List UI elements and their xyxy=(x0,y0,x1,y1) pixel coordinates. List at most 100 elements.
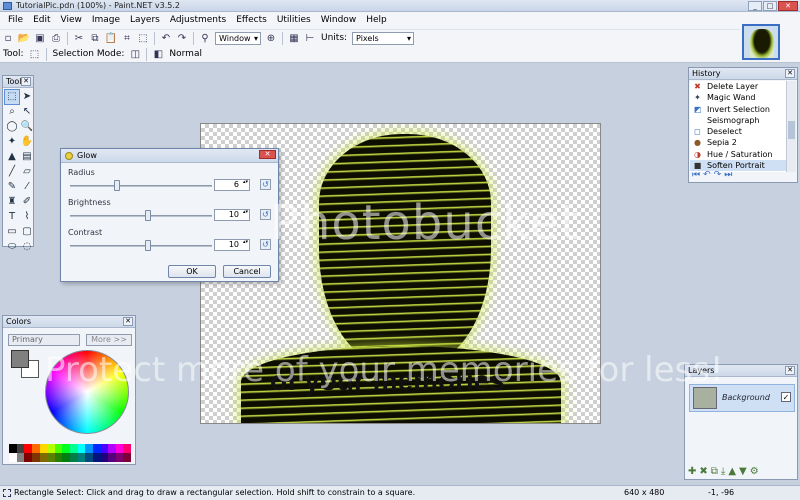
palette-swatch[interactable] xyxy=(108,453,116,462)
line-curve-icon[interactable]: ⌇ xyxy=(20,210,34,224)
layer-properties-icon[interactable]: ⚙ xyxy=(750,466,759,477)
text-icon[interactable]: T xyxy=(5,210,19,224)
brightness-input[interactable]: 10 xyxy=(214,209,250,221)
palette-swatch[interactable] xyxy=(85,453,93,462)
clone-stamp-icon[interactable]: ♜ xyxy=(5,195,19,209)
palette-swatch[interactable] xyxy=(115,453,124,462)
menu-help[interactable]: Help xyxy=(361,12,392,29)
fast-forward-icon[interactable]: ⏭ xyxy=(724,170,732,180)
menu-view[interactable]: View xyxy=(56,12,87,29)
minimize-button[interactable]: _ xyxy=(748,1,762,11)
palette-swatch[interactable] xyxy=(62,444,70,453)
paste-icon[interactable]: 📋 xyxy=(103,31,119,46)
menu-effects[interactable]: Effects xyxy=(231,12,272,29)
ellipse-select-icon[interactable]: ◯ xyxy=(5,120,19,134)
palette-swatch[interactable] xyxy=(31,444,40,453)
rewind-icon[interactable]: ⏮ xyxy=(692,170,700,180)
image-thumbnail[interactable] xyxy=(742,24,780,60)
palette-swatch[interactable] xyxy=(39,444,48,453)
palette-swatch[interactable] xyxy=(115,444,124,453)
palette-swatch[interactable] xyxy=(92,444,101,453)
history-scroll-thumb[interactable] xyxy=(788,121,795,139)
palette-swatch[interactable] xyxy=(62,453,70,462)
move-selected-icon[interactable]: ➤ xyxy=(20,90,34,104)
palette-swatch[interactable] xyxy=(16,444,25,453)
paintbrush-icon[interactable]: ╱ xyxy=(5,165,19,179)
pencil-icon[interactable]: ✎ xyxy=(5,180,19,194)
print-icon[interactable]: ⎙ xyxy=(48,31,64,46)
palette-swatch[interactable] xyxy=(70,444,78,453)
close-window-button[interactable]: ✕ xyxy=(778,1,798,11)
radius-slider-thumb[interactable] xyxy=(113,180,120,191)
recolor-icon[interactable]: ✐ xyxy=(20,195,34,209)
palette-swatch[interactable] xyxy=(9,444,17,453)
palette-swatch[interactable] xyxy=(31,453,40,462)
add-layer-icon[interactable]: ✚ xyxy=(688,466,696,477)
ellipse-icon[interactable]: ⬭ xyxy=(5,240,19,254)
palette-swatch[interactable] xyxy=(24,453,32,462)
maximize-button[interactable]: □ xyxy=(763,1,777,11)
menu-adjustments[interactable]: Adjustments xyxy=(165,12,231,29)
pan-icon[interactable]: ✋ xyxy=(20,135,34,149)
grid-icon[interactable]: ▦ xyxy=(286,31,302,46)
palette-swatch[interactable] xyxy=(77,453,86,462)
palette-swatch[interactable] xyxy=(77,444,86,453)
blend-mode-icon[interactable]: ◧ xyxy=(150,47,166,62)
history-item[interactable]: ◩ Invert Selection xyxy=(690,104,786,115)
menu-window[interactable]: Window xyxy=(316,12,362,29)
rulers-icon[interactable]: ⊢ xyxy=(302,31,318,46)
radius-slider[interactable] xyxy=(70,185,212,187)
palette-swatch[interactable] xyxy=(24,444,32,453)
move-layer-down-icon[interactable]: ▼ xyxy=(739,466,747,477)
more-colors-button[interactable]: More >> xyxy=(86,334,132,346)
gradient-icon[interactable]: ▤ xyxy=(20,150,34,164)
brightness-slider[interactable] xyxy=(70,215,212,217)
duplicate-layer-icon[interactable]: ⧉ xyxy=(711,466,718,477)
open-icon[interactable]: 📂 xyxy=(16,31,32,46)
menu-layers[interactable]: Layers xyxy=(125,12,165,29)
palette-swatch[interactable] xyxy=(123,444,131,453)
palette-swatch[interactable] xyxy=(9,453,17,462)
palette-swatch[interactable] xyxy=(100,444,109,453)
delete-layer-icon[interactable]: ✖ xyxy=(699,466,707,477)
rounded-rectangle-icon[interactable]: ▢ xyxy=(20,225,34,239)
tool-picker-icon[interactable]: ⬚ xyxy=(27,47,43,62)
save-icon[interactable]: ▣ xyxy=(32,31,48,46)
menu-utilities[interactable]: Utilities xyxy=(272,12,316,29)
history-item[interactable]: ✖ Delete Layer xyxy=(690,81,786,92)
selection-mode-icon[interactable]: ◫ xyxy=(127,47,143,62)
contrast-slider[interactable] xyxy=(70,245,212,247)
layer-visibility-checkbox[interactable]: ✓ xyxy=(781,392,791,402)
zoom-icon[interactable]: ⚲ xyxy=(197,31,213,46)
colors-close-button[interactable]: ✕ xyxy=(123,317,133,326)
palette-swatch[interactable] xyxy=(108,444,116,453)
history-item[interactable]: Seismograph xyxy=(690,115,786,126)
menu-edit[interactable]: Edit xyxy=(28,12,55,29)
new-image-icon[interactable]: ▫ xyxy=(0,31,16,46)
undo-icon[interactable]: ↶ xyxy=(158,31,174,46)
history-item[interactable]: ◻ Deselect xyxy=(690,126,786,137)
copy-icon[interactable]: ⧉ xyxy=(87,31,103,46)
history-close-button[interactable]: ✕ xyxy=(785,69,795,78)
brightness-slider-thumb[interactable] xyxy=(144,210,151,221)
palette-swatch[interactable] xyxy=(54,444,63,453)
palette-swatch[interactable] xyxy=(39,453,48,462)
paint-bucket-icon[interactable]: ▲ xyxy=(5,150,19,164)
palette-swatch[interactable] xyxy=(54,453,63,462)
contrast-slider-thumb[interactable] xyxy=(144,240,151,251)
history-item[interactable]: ◑ Hue / Saturation xyxy=(690,149,786,160)
units-dropdown[interactable]: Pixels xyxy=(352,31,415,45)
color-picker-icon[interactable]: ⁄ xyxy=(20,180,34,194)
crop-icon[interactable]: ⌗ xyxy=(119,31,135,46)
redo-icon[interactable]: ↷ xyxy=(174,31,190,46)
merge-layer-down-icon[interactable]: ⤓ xyxy=(721,466,725,477)
zoom-dropdown[interactable]: Window xyxy=(215,31,261,45)
palette-swatch[interactable] xyxy=(92,453,101,462)
palette-swatch[interactable] xyxy=(47,444,55,453)
ok-button[interactable]: OK xyxy=(168,265,216,278)
radius-input[interactable]: 6 xyxy=(214,179,250,191)
primary-color-swatch[interactable] xyxy=(11,350,29,368)
deselect-icon[interactable]: ⬚ xyxy=(135,31,151,46)
layers-close-button[interactable]: ✕ xyxy=(785,366,795,375)
blend-mode-dropdown[interactable]: Normal xyxy=(169,49,202,59)
